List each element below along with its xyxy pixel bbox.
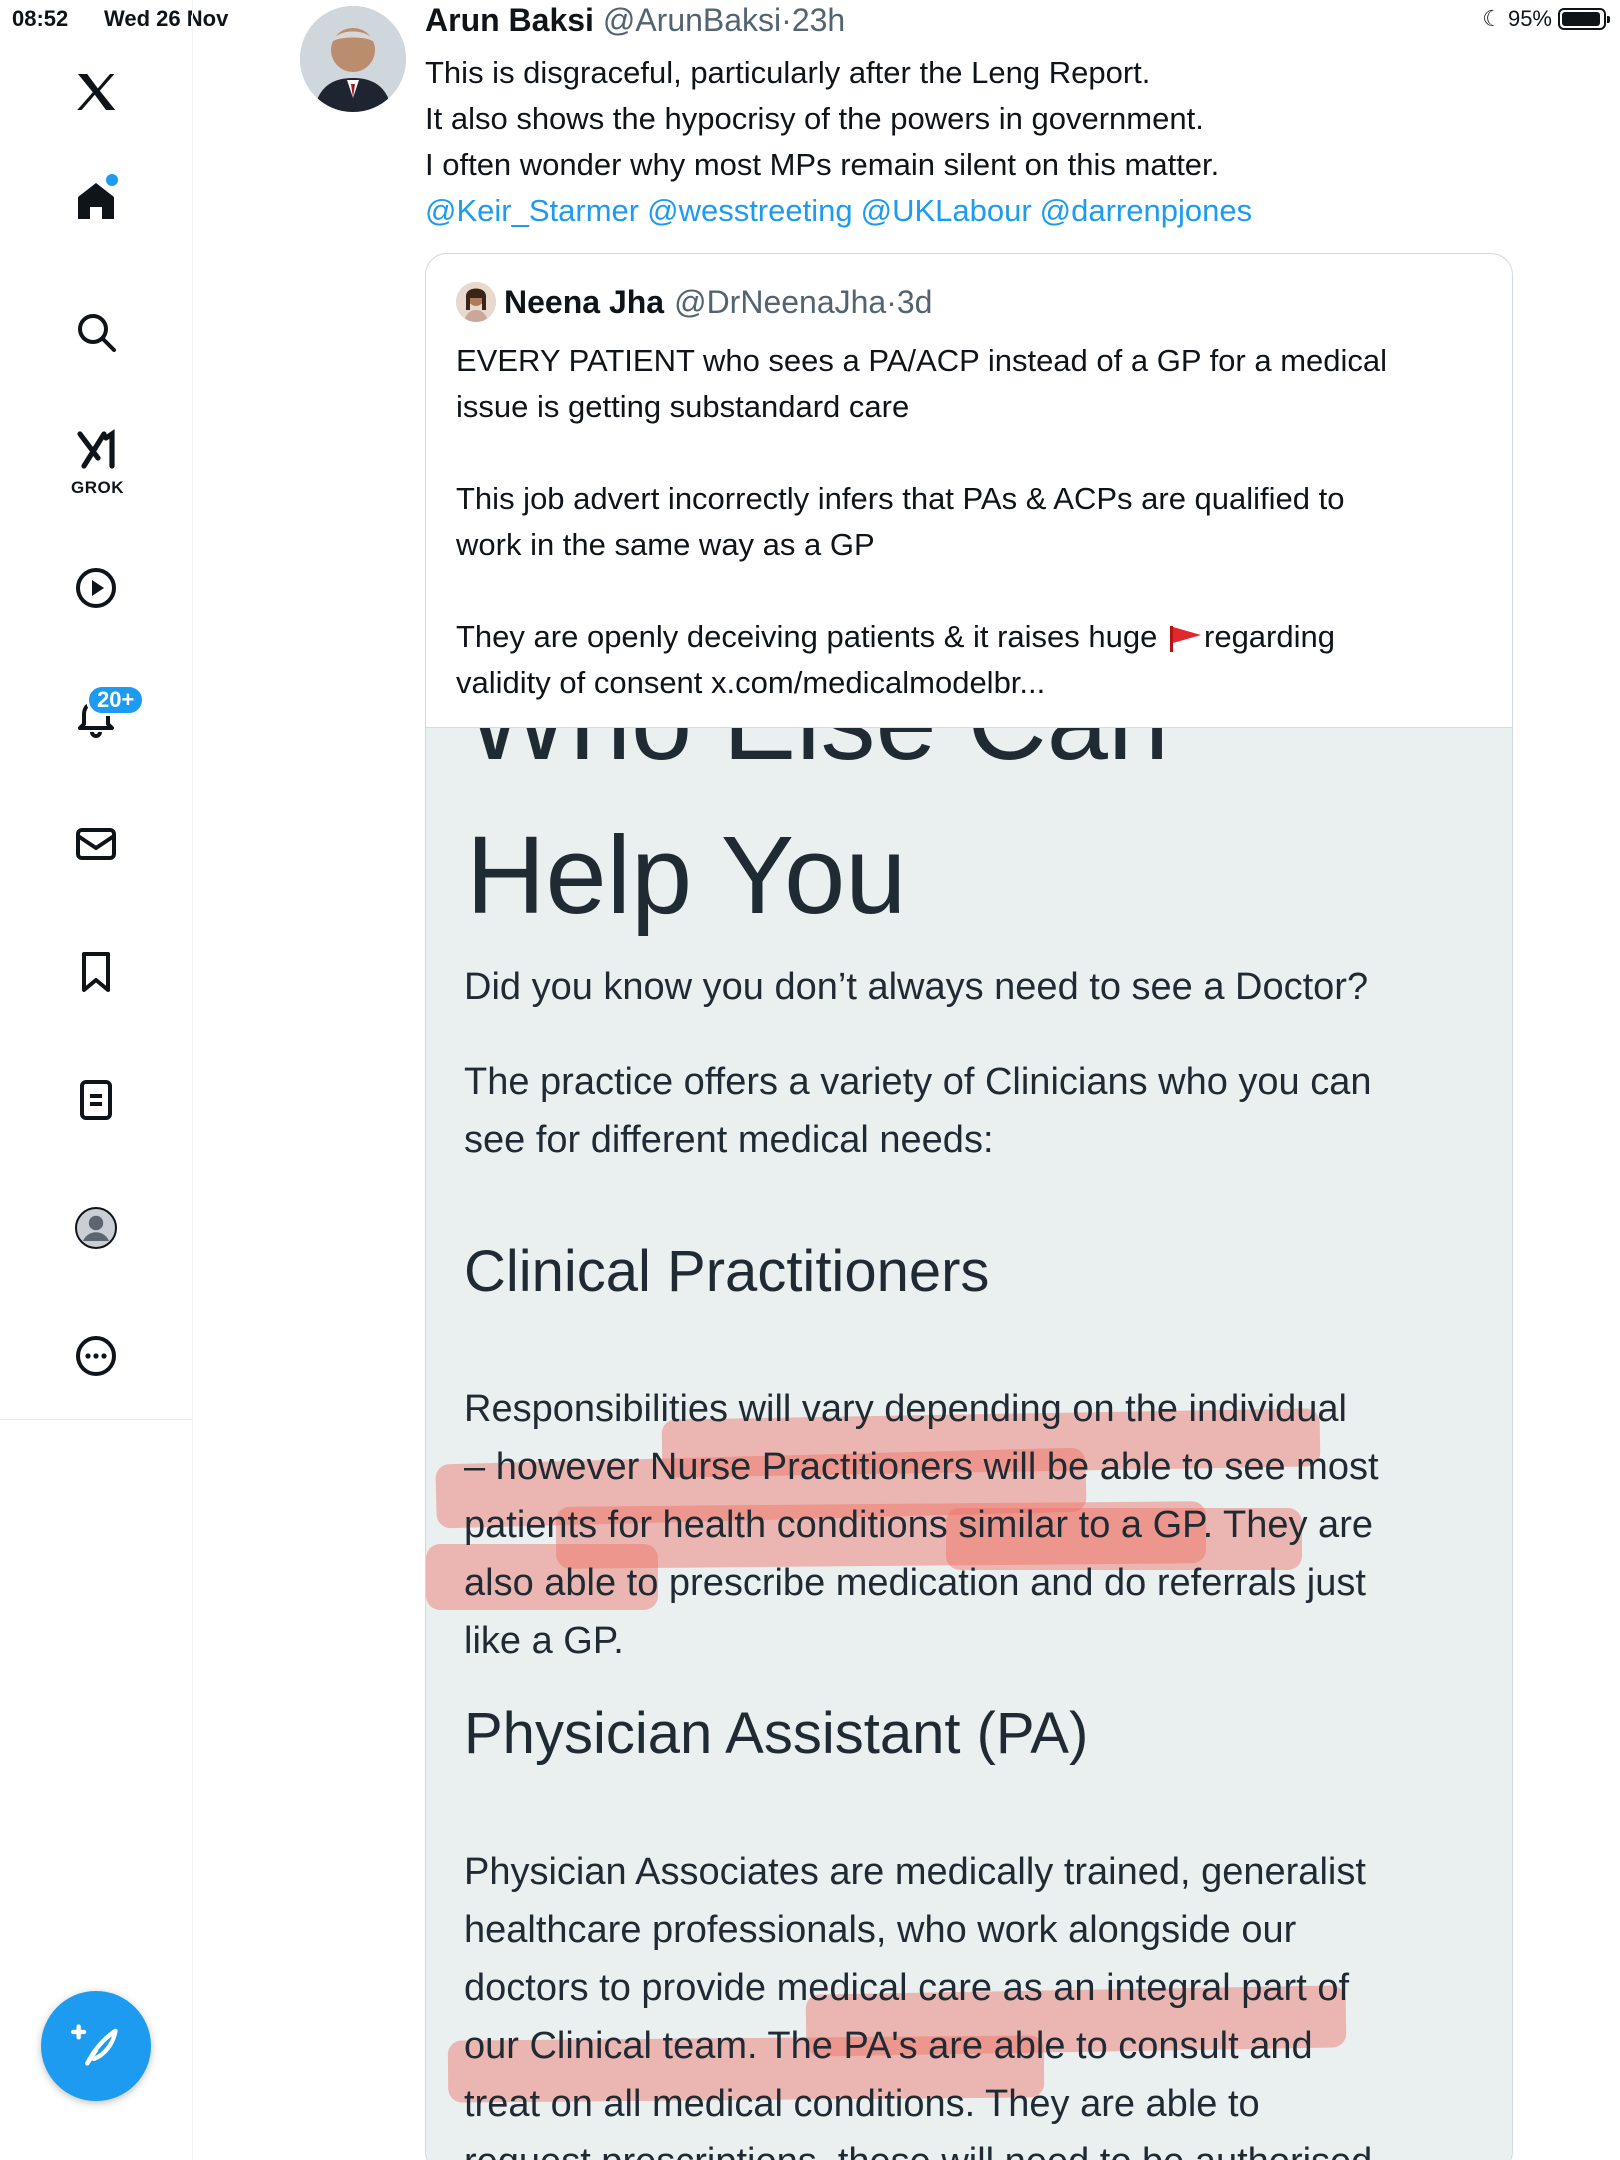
quote-header: Neena Jha @DrNeenaJha · 3d — [456, 282, 932, 322]
quote-avatar — [456, 282, 496, 322]
status-indicators: ☾ 95% — [1482, 6, 1610, 32]
play-icon[interactable] — [56, 548, 136, 628]
mention-link[interactable]: @darrenpjones — [1040, 193, 1252, 228]
sidebar: GROK 20+ — [0, 0, 193, 2160]
tweet-line: This is disgraceful, particularly after … — [425, 55, 1151, 90]
quoted-tweet[interactable]: Neena Jha @DrNeenaJha · 3d EVERY PATIENT w… — [425, 253, 1513, 2160]
mention-link[interactable]: @Keir_Starmer — [425, 193, 639, 228]
moon-icon: ☾ — [1482, 6, 1502, 31]
image-cut-title: Who Else Can — [466, 728, 1169, 785]
more-icon[interactable] — [56, 1316, 136, 1396]
quote-author-handle: @DrNeenaJha — [674, 283, 887, 320]
image-title: Help You — [466, 814, 907, 937]
quote-line: They are openly deceiving patients & it … — [456, 614, 1486, 660]
image-text: request prescriptions, these will need t… — [464, 2133, 1372, 2160]
image-text: also able to prescribe medication and do… — [464, 1562, 1366, 1604]
attached-image[interactable]: Who Else Can Help You Did you know you d… — [426, 727, 1512, 2160]
tweet-line: It also shows the hypocrisy of the power… — [425, 101, 1204, 136]
x-logo-icon[interactable] — [56, 52, 136, 132]
mention-link[interactable]: @UKLabour — [861, 193, 1032, 228]
tweet-author-name[interactable]: Arun Baksi — [425, 2, 594, 38]
image-text: – however Nurse Practitioners will be ab… — [464, 1446, 1379, 1488]
image-heading: Clinical Practitioners — [464, 1239, 990, 1304]
compose-icon — [71, 2024, 118, 2066]
tweet-author-handle[interactable]: @ArunBaksi — [603, 2, 781, 38]
battery-icon — [1558, 8, 1610, 30]
tweet-line: I often wonder why most MPs remain silen… — [425, 147, 1220, 182]
image-text: treat on all medical conditions. They ar… — [464, 2083, 1260, 2125]
separator-dot: · — [886, 283, 897, 320]
image-text: Physician Associates are medically train… — [464, 1851, 1366, 1893]
mail-icon[interactable] — [56, 804, 136, 884]
quote-line: validity of consent x.com/medicalmodelbr… — [456, 665, 1046, 700]
quote-paragraph: EVERY PATIENT who sees a PA/ACP instead … — [456, 338, 1486, 430]
tweet-header: Arun Baksi @ArunBaksi·23h — [425, 2, 845, 39]
mention-link[interactable]: @wesstreeting — [647, 193, 853, 228]
profile-icon[interactable] — [56, 1188, 136, 1268]
quote-line-part: They are openly deceiving patients & it … — [456, 619, 1158, 654]
image-text: Did you know you don’t always need to se… — [464, 966, 1369, 1008]
image-heading: Physician Assistant (PA) — [464, 1701, 1089, 1766]
avatar[interactable] — [300, 6, 406, 112]
sidebar-divider — [0, 1419, 192, 1420]
quote-line: issue is getting substandard care — [456, 389, 910, 424]
quote-time: 3d — [896, 283, 933, 320]
notification-badge: 20+ — [86, 684, 146, 716]
grok-label: GROK — [71, 478, 124, 497]
bookmark-icon[interactable] — [56, 932, 136, 1012]
image-text: like a GP. — [464, 1620, 624, 1662]
image-text: see for different medical needs: — [464, 1119, 994, 1161]
home-icon[interactable] — [56, 161, 136, 241]
quote-text: EVERY PATIENT who sees a PA/ACP instead … — [456, 338, 1486, 706]
tweet-time[interactable]: 23h — [792, 2, 845, 38]
quote-line: EVERY PATIENT who sees a PA/ACP instead … — [456, 343, 1388, 378]
quote-line: work in the same way as a GP — [456, 527, 875, 562]
image-text: patients for health conditions similar t… — [464, 1504, 1373, 1546]
compose-button[interactable] — [41, 1991, 151, 2101]
quote-author-name: Neena Jha — [504, 283, 665, 320]
image-text: our Clinical team. The PA's are able to … — [464, 2025, 1313, 2067]
list-icon[interactable] — [56, 1060, 136, 1140]
search-icon[interactable] — [56, 292, 136, 372]
image-text: healthcare professionals, who work along… — [464, 1909, 1297, 1951]
quote-paragraph: This job advert incorrectly infers that … — [456, 476, 1486, 568]
image-text: The practice offers a variety of Clinici… — [464, 1061, 1372, 1103]
image-text: Responsibilities will vary depending on … — [464, 1388, 1347, 1430]
image-text: doctors to provide medical care as an in… — [464, 1967, 1350, 2009]
home-notification-dot — [106, 174, 118, 186]
quote-line: This job advert incorrectly infers that … — [456, 481, 1345, 516]
quote-line-part: regarding — [1204, 619, 1335, 654]
red-flag-icon — [1168, 626, 1202, 652]
battery-percent: 95% — [1507, 6, 1552, 31]
quote-paragraph: They are openly deceiving patients & it … — [456, 614, 1486, 706]
tweet-mentions: @Keir_Starmer @wesstreeting @UKLabour @darr… — [425, 188, 1575, 234]
separator-dot: · — [781, 2, 792, 38]
tweet-text: This is disgraceful, particularly after … — [425, 50, 1575, 234]
